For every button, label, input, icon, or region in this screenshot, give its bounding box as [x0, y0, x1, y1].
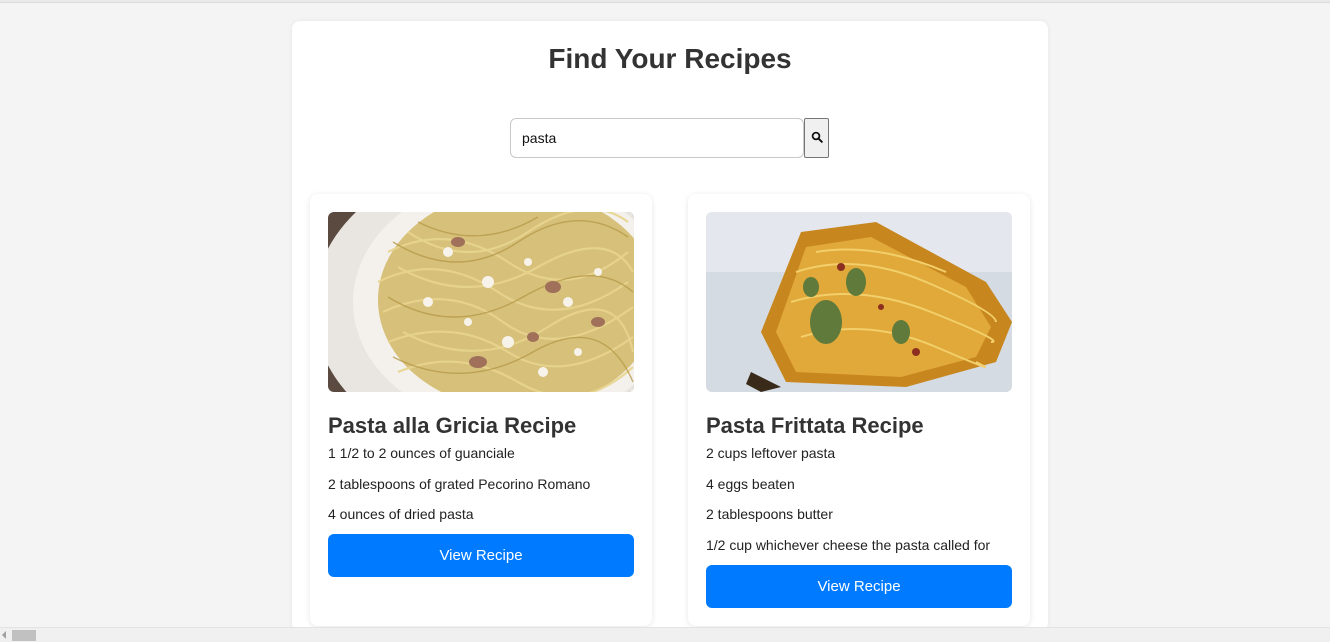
ingredient-list: 1 1/2 to 2 ounces of guanciale 2 tablesp…	[328, 445, 634, 537]
search-icon	[811, 131, 823, 146]
ingredient-item: 4 eggs beaten	[706, 475, 795, 492]
search-input[interactable]	[510, 118, 804, 158]
recipe-title: Pasta Frittata Recipe	[706, 413, 924, 438]
ingredient-item: 2 cups leftover pasta	[706, 445, 836, 461]
ingredient-item: 1/2 cup whichever cheese the pasta calle…	[706, 536, 991, 553]
recipe-image	[706, 212, 1012, 392]
browser-top-edge	[0, 0, 1330, 3]
view-recipe-button[interactable]: View Recipe	[706, 565, 1012, 608]
recipe-card: Pasta Frittata Recipe 2 cups leftover pa…	[688, 194, 1030, 626]
ingredient-item: 1 1/2 to 2 ounces of guanciale	[328, 445, 515, 461]
recipe-image	[328, 212, 634, 392]
scroll-left-arrow-icon[interactable]	[2, 631, 6, 639]
recipe-title: Pasta alla Gricia Recipe	[328, 413, 577, 438]
view-recipe-button[interactable]: View Recipe	[328, 534, 634, 577]
recipe-finder-panel: Find Your Recipes pasta Pasta alla Grici…	[292, 21, 1048, 631]
scrollbar-thumb[interactable]	[12, 630, 36, 641]
page-title: Find Your Recipes	[548, 43, 792, 74]
recipe-card: Pasta alla Gricia Recipe 1 1/2 to 2 ounc…	[310, 194, 652, 626]
ingredient-item: 2 tablespoons butter	[706, 506, 833, 523]
ingredient-item: 4 ounces of dried pasta	[328, 506, 474, 523]
ingredient-item: 2 tablespoons of grated Pecorino Romano	[328, 475, 591, 492]
ingredient-list: 2 cups leftover pasta 4 eggs beaten 2 ta…	[706, 445, 1012, 567]
search-button[interactable]	[804, 118, 829, 158]
horizontal-scrollbar[interactable]	[0, 627, 1330, 642]
